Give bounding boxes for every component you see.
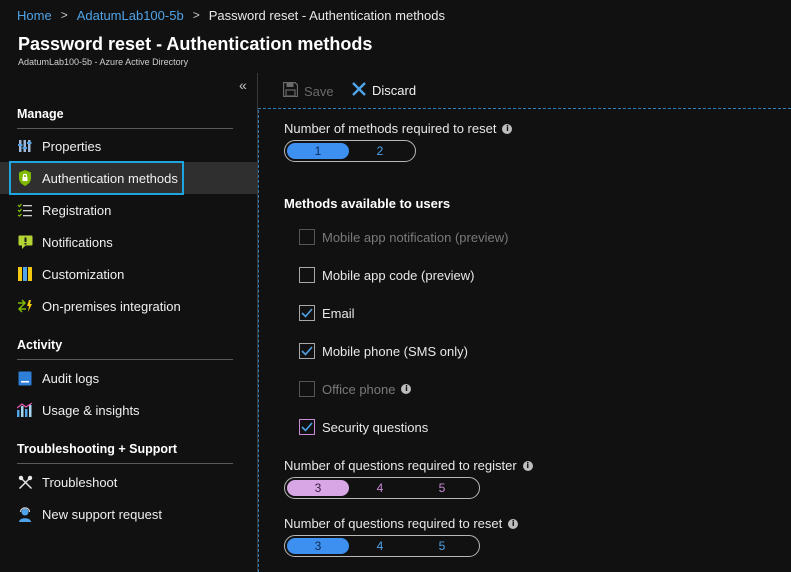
properties-icon: [17, 138, 33, 154]
sidebar-item-label: On-premises integration: [42, 298, 181, 314]
checkmark-icon: [301, 422, 313, 432]
questions-reset-toggle: 3 4 5: [284, 535, 480, 557]
sidebar-item-label: Properties: [42, 138, 102, 154]
sidebar-item-audit-logs[interactable]: Audit logs: [0, 362, 257, 394]
notification-icon: [17, 234, 33, 250]
save-label: Save: [304, 83, 334, 99]
checkbox-label: Security questions: [322, 419, 429, 435]
sidebar-item-notifications[interactable]: Notifications: [0, 226, 257, 258]
main-content: Number of methods required to reset i 1 …: [258, 110, 791, 572]
checklist-icon: [17, 202, 33, 218]
collapse-sidebar-button[interactable]: «: [239, 77, 247, 93]
section-divider: [17, 359, 233, 360]
sidebar-item-registration[interactable]: Registration: [0, 194, 257, 226]
sidebar-item-label: Usage & insights: [42, 402, 140, 418]
breadcrumb-tenant-link[interactable]: AdatumLab100-5b: [77, 8, 184, 23]
sidebar-item-label: Authentication methods: [42, 170, 178, 186]
questions-reset-label: Number of questions required to reset i: [284, 516, 519, 531]
breadcrumb-separator: >: [192, 8, 200, 22]
customization-icon: [17, 266, 33, 282]
method-checkbox-email[interactable]: Email: [299, 304, 355, 322]
breadcrumb-current: Password reset - Authentication methods: [208, 7, 445, 23]
checkbox[interactable]: [299, 381, 315, 397]
checkbox-label: Mobile phone (SMS only): [322, 343, 468, 359]
sidebar: « Manage Properties Authentication metho…: [0, 73, 257, 572]
section-header-troubleshooting: Troubleshooting + Support: [17, 442, 178, 456]
discard-button[interactable]: Discard: [352, 82, 416, 99]
questions-register-toggle: 3 4 5: [284, 477, 480, 499]
checkbox[interactable]: [299, 305, 315, 321]
questions-register-option-4[interactable]: 4: [349, 480, 411, 496]
section-divider: [17, 463, 233, 464]
methods-required-option-1[interactable]: 1: [287, 143, 349, 159]
close-icon: [352, 82, 366, 99]
checkbox[interactable]: [299, 229, 315, 245]
checkbox[interactable]: [299, 267, 315, 283]
sidebar-item-authentication-methods[interactable]: Authentication methods: [0, 161, 257, 195]
page-subtitle: AdatumLab100-5b - Azure Active Directory: [18, 57, 189, 67]
sidebar-item-label: New support request: [42, 506, 162, 522]
breadcrumb-home-link[interactable]: Home: [17, 8, 52, 23]
checkmark-icon: [301, 308, 313, 318]
sidebar-item-label: Registration: [42, 202, 112, 218]
checkmark-icon: [301, 346, 313, 356]
checkbox[interactable]: [299, 419, 315, 435]
methods-required-label: Number of methods required to reset i: [284, 121, 513, 136]
questions-register-option-3[interactable]: 3: [287, 480, 349, 496]
methods-required-label-text: Number of methods required to reset: [284, 121, 497, 136]
questions-reset-option-4[interactable]: 4: [349, 538, 411, 554]
save-button[interactable]: Save: [282, 81, 334, 100]
support-icon: [17, 506, 33, 522]
checkbox-label-text: Office phone: [322, 381, 396, 397]
page-title: Password reset - Authentication methods: [18, 34, 373, 54]
checkbox-label: Mobile app notification (preview): [322, 229, 509, 245]
questions-register-label: Number of questions required to register…: [284, 458, 533, 473]
method-checkbox-security-questions[interactable]: Security questions: [299, 418, 428, 436]
breadcrumb: Home > AdatumLab100-5b > Password reset …: [0, 0, 791, 30]
insights-icon: [17, 402, 33, 418]
info-icon[interactable]: i: [508, 518, 519, 529]
command-bar: Save Discard: [258, 73, 791, 109]
method-checkbox-mobile-app-code[interactable]: Mobile app code (preview): [299, 266, 474, 284]
methods-required-option-2[interactable]: 2: [349, 143, 411, 159]
sidebar-item-troubleshoot[interactable]: Troubleshoot: [0, 466, 257, 498]
section-header-activity: Activity: [17, 338, 63, 352]
questions-reset-option-3[interactable]: 3: [287, 538, 349, 554]
sidebar-item-label: Troubleshoot: [42, 474, 118, 490]
questions-reset-label-text: Number of questions required to reset: [284, 516, 503, 531]
method-checkbox-mobile-app-notification[interactable]: Mobile app notification (preview): [299, 228, 508, 246]
info-icon[interactable]: i: [522, 460, 533, 471]
sidebar-item-label: Notifications: [42, 234, 113, 250]
checkbox-label: Office phone i: [322, 381, 412, 397]
sidebar-item-properties[interactable]: Properties: [0, 130, 257, 162]
section-divider: [17, 128, 233, 129]
method-checkbox-office-phone[interactable]: Office phone i: [299, 380, 412, 398]
sidebar-item-label: Customization: [42, 266, 125, 282]
checkbox[interactable]: [299, 343, 315, 359]
checkbox-label: Email: [322, 305, 355, 321]
method-checkbox-mobile-phone[interactable]: Mobile phone (SMS only): [299, 342, 468, 360]
save-icon: [282, 81, 299, 100]
methods-required-toggle: 1 2: [284, 140, 416, 162]
sidebar-item-customization[interactable]: Customization: [0, 258, 257, 290]
section-header-manage: Manage: [17, 107, 64, 121]
sidebar-item-on-premises-integration[interactable]: On-premises integration: [0, 290, 257, 322]
discard-label: Discard: [372, 83, 417, 98]
questions-reset-option-5[interactable]: 5: [411, 538, 473, 554]
questions-register-option-5[interactable]: 5: [411, 480, 473, 496]
sidebar-item-label: Audit logs: [42, 370, 100, 386]
info-icon[interactable]: i: [502, 123, 513, 134]
info-icon[interactable]: i: [401, 384, 412, 394]
checkbox-label: Mobile app code (preview): [322, 267, 475, 283]
sidebar-item-new-support-request[interactable]: New support request: [0, 498, 257, 530]
sidebar-item-usage-insights[interactable]: Usage & insights: [0, 394, 257, 426]
breadcrumb-separator: >: [60, 8, 68, 22]
tools-icon: [17, 474, 33, 490]
questions-register-label-text: Number of questions required to register: [284, 458, 517, 473]
shield-icon: [17, 170, 33, 186]
methods-available-title: Methods available to users: [284, 196, 451, 211]
audit-log-icon: [17, 370, 33, 386]
sync-icon: [17, 298, 33, 314]
